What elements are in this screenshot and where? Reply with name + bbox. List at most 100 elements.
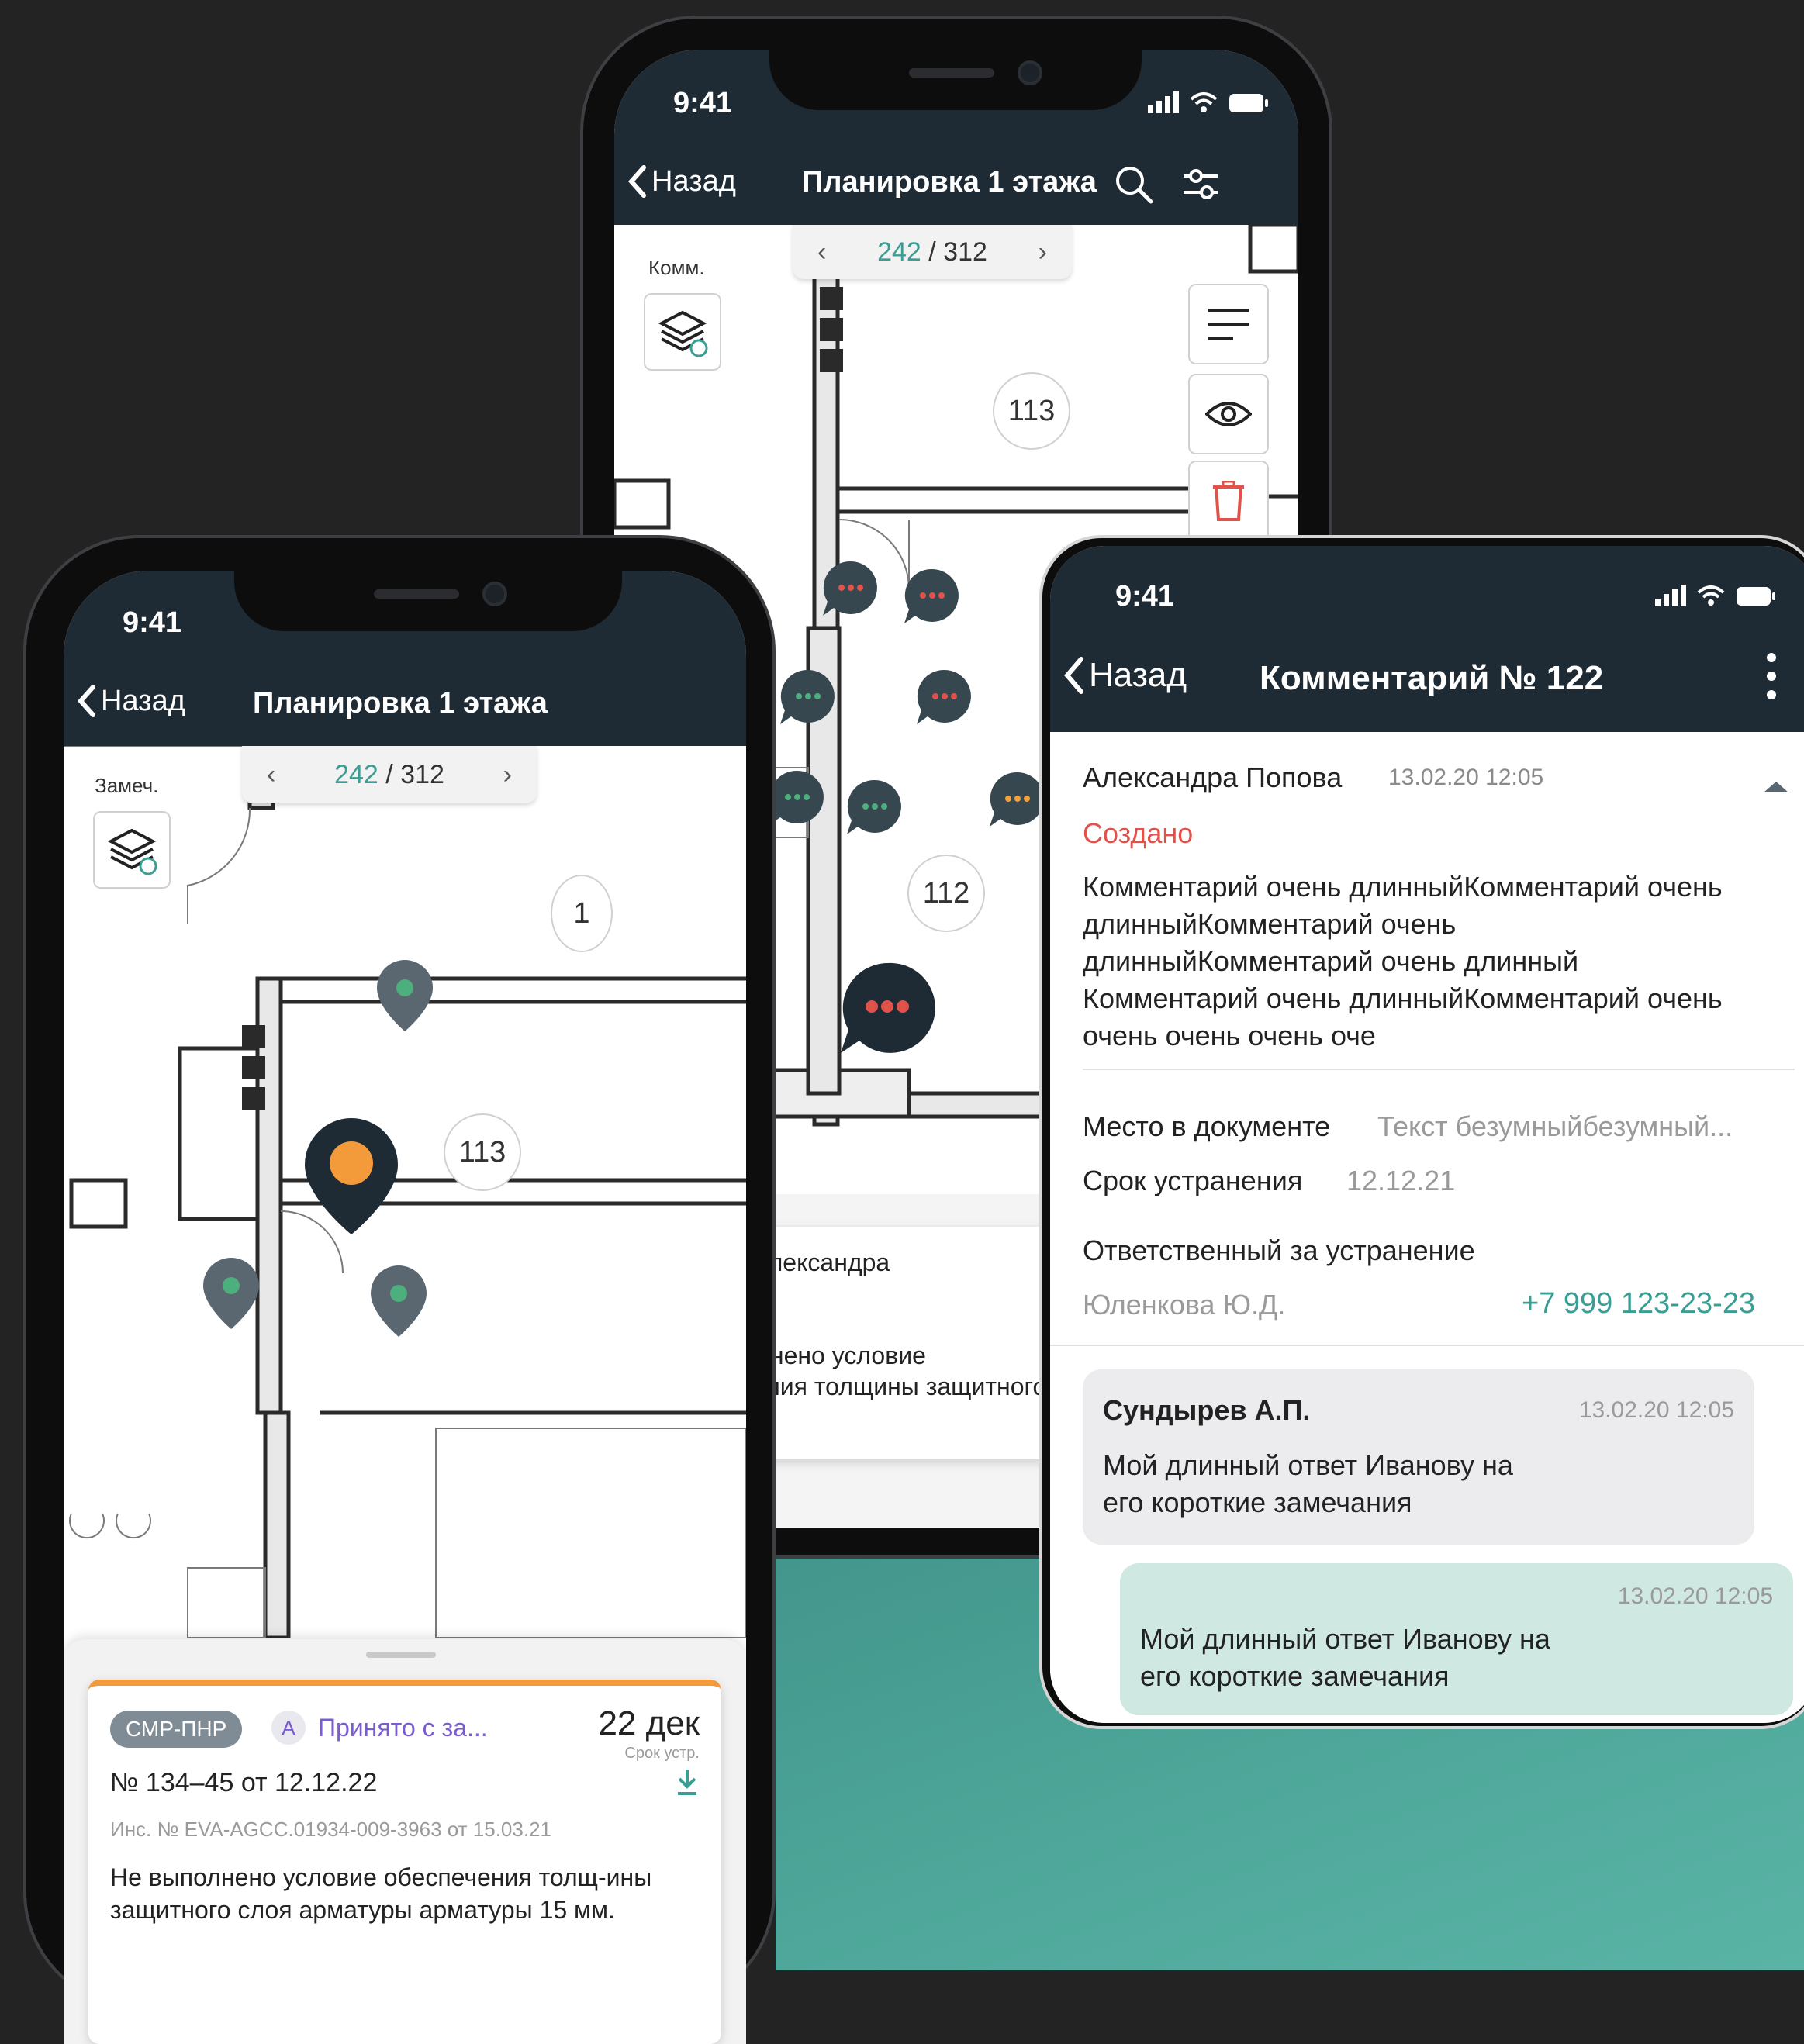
speaker: [374, 589, 459, 599]
reply-bubble[interactable]: Сундырев А.П. 13.02.20 12:05 Мой длинный…: [1083, 1369, 1754, 1545]
notch: [769, 50, 1142, 110]
comment-bubble-icon[interactable]: [766, 768, 828, 830]
phone-right-screen: 9:41 Назад Комментарий № 122 Александра …: [1050, 546, 1804, 1723]
layers-button[interactable]: [644, 293, 721, 371]
deadline-label: Срок устранения: [1083, 1165, 1303, 1196]
divider: [1050, 1345, 1804, 1346]
back-button[interactable]: Назад: [627, 164, 736, 199]
sheet-handle[interactable]: [366, 1652, 436, 1658]
phone-right: 9:41 Назад Комментарий № 122 Александра …: [1039, 535, 1804, 1729]
layer-label: Комм.: [648, 256, 705, 279]
battery-icon: [1229, 94, 1268, 112]
pager-text: 242 / 312: [877, 237, 987, 268]
pager[interactable]: ‹ 242 / 312 ›: [793, 225, 1072, 279]
notch: [234, 571, 622, 631]
comment-timestamp: 13.02.20 12:05: [1388, 765, 1544, 790]
chevron-left-icon: [627, 165, 646, 198]
location-pin-icon[interactable]: [200, 1255, 262, 1332]
comment-bubble-icon[interactable]: [844, 777, 906, 839]
back-button[interactable]: Назад: [76, 684, 185, 718]
status-time: 9:41: [123, 606, 182, 639]
location-pin-icon[interactable]: [368, 1262, 430, 1340]
navbar: Назад Планировка 1 этажа: [64, 656, 746, 746]
doc-place-value[interactable]: Текст безумныйбезумный...: [1377, 1110, 1733, 1143]
chevron-left-icon[interactable]: ‹: [267, 760, 275, 790]
comment-bubble-icon[interactable]: [914, 667, 976, 729]
avatar: А: [271, 1711, 306, 1745]
comment-bubble-selected-icon[interactable]: [836, 958, 937, 1059]
bottom-sheet: СМР-ПНР А Принято с за... 22 дек Срок ус…: [64, 1639, 746, 2044]
comment-author: Александра Попова: [1083, 761, 1343, 793]
reply-text: Мой длинный ответ Иванову на его коротки…: [1140, 1623, 1550, 1692]
back-label: Назад: [1089, 656, 1187, 694]
list-icon: [1208, 309, 1249, 340]
status-icons: [1655, 585, 1776, 606]
reply-text: Мой длинный ответ Иванову на его коротки…: [1103, 1449, 1513, 1518]
signal-icon: [1655, 585, 1686, 606]
pager-total: / 312: [928, 237, 987, 267]
speaker: [909, 68, 994, 78]
reply-time: 13.02.20 12:05: [1578, 1397, 1734, 1423]
wifi-icon: [1697, 585, 1725, 606]
pager-total: / 312: [385, 759, 444, 789]
pager-text: 242 / 312: [334, 760, 444, 790]
responsible-label: Ответственный за устранение: [1083, 1234, 1475, 1266]
signal-icon: [1148, 91, 1179, 113]
divider: [1083, 1069, 1795, 1070]
reply-time: 13.02.20 12:05: [1617, 1583, 1773, 1609]
chevron-right-icon[interactable]: ›: [503, 760, 512, 790]
chevron-right-icon[interactable]: ›: [1039, 237, 1047, 268]
responsible-name: Юленкова Ю.Д.: [1083, 1289, 1286, 1321]
page-title: Комментарий № 122: [1260, 659, 1604, 697]
inv-number: Инс. № EVA-AGCC.01934-009-3963 от 15.03.…: [110, 1818, 551, 1841]
deadline-value: 12.12.21: [1346, 1165, 1456, 1196]
comment-bubble-icon[interactable]: [901, 566, 963, 628]
comment-status: Создано: [1083, 817, 1194, 849]
back-label: Назад: [651, 164, 736, 198]
status-time: 9:41: [1115, 580, 1175, 613]
phone-left: 9:41 Назад Планировка 1 этажа ‹ 242 / 31…: [23, 535, 776, 2044]
due-date: 22 дек: [598, 1704, 700, 1742]
chevron-left-icon[interactable]: ‹: [817, 237, 826, 268]
reply-author: Сундырев А.П.: [1103, 1394, 1311, 1426]
status-text: Принято с за...: [318, 1714, 488, 1742]
layers-button[interactable]: [93, 811, 171, 889]
comment-bubble-icon[interactable]: [777, 667, 839, 729]
menu-button[interactable]: [1188, 284, 1269, 364]
back-label: Назад: [101, 684, 185, 717]
status-time: 9:41: [673, 87, 733, 119]
tag-badge: СМР-ПНР: [110, 1711, 243, 1748]
layers-icon: [658, 310, 708, 357]
status-bar: 9:41 Назад Комментарий № 122: [1050, 546, 1804, 732]
camera: [1018, 60, 1042, 85]
remark-number: № 134–45 от 12.12.22: [110, 1768, 378, 1797]
due-date-caption: Срок устр.: [624, 1745, 700, 1762]
location-pin-selected-icon[interactable]: [301, 1115, 402, 1239]
comment-bubble-icon[interactable]: [820, 558, 882, 620]
filter-icon[interactable]: [1180, 164, 1221, 205]
pager[interactable]: ‹ 242 / 312 ›: [242, 746, 537, 803]
doc-place-label: Место в документе: [1083, 1110, 1331, 1142]
wifi-icon: [1190, 92, 1218, 112]
eye-icon: [1205, 402, 1252, 426]
floor-plan[interactable]: ‹ 242 / 312 › Замеч. 113 1: [64, 746, 746, 1638]
remark-card[interactable]: СМР-ПНР А Принято с за... 22 дек Срок ус…: [88, 1680, 721, 2044]
pager-current: 242: [334, 759, 378, 789]
status-icons: [1148, 91, 1269, 113]
camera: [482, 582, 507, 606]
chevron-up-icon[interactable]: [1762, 779, 1790, 794]
pager-current: 242: [877, 237, 921, 267]
page-title: Планировка 1 этажа: [253, 687, 548, 720]
visibility-button[interactable]: [1188, 374, 1269, 454]
comment-detail: Александра Попова 13.02.20 12:05 Создано…: [1050, 732, 1804, 1723]
search-icon[interactable]: [1114, 164, 1154, 205]
own-reply-bubble[interactable]: 13.02.20 12:05 Мой длинный ответ Иванову…: [1120, 1563, 1793, 1715]
responsible-phone[interactable]: +7 999 123-23-23: [1522, 1287, 1755, 1321]
download-icon[interactable]: [675, 1768, 700, 1796]
more-vertical-icon[interactable]: [1764, 651, 1779, 701]
phone-left-screen: 9:41 Назад Планировка 1 этажа ‹ 242 / 31…: [64, 571, 746, 2044]
delete-button[interactable]: [1188, 461, 1269, 541]
back-button[interactable]: Назад: [1063, 656, 1187, 695]
comment-text: Комментарий очень длинныйКомментарий оче…: [1083, 871, 1723, 1051]
location-pin-icon[interactable]: [374, 957, 436, 1034]
